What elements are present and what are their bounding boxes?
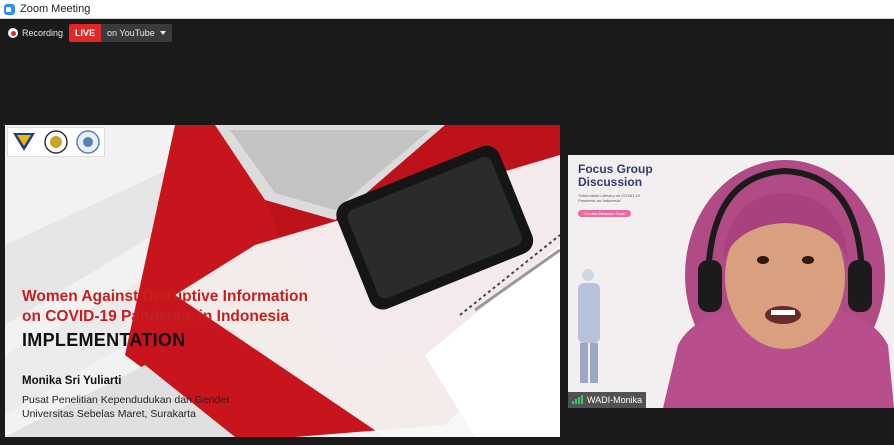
chevron-down-icon — [159, 31, 166, 35]
logo-1 — [10, 129, 38, 155]
live-destination-dropdown[interactable]: on YouTube — [101, 24, 172, 42]
slide-title-line-1: Women Against Disruptive Information — [22, 288, 308, 305]
slide-institution-line-2: Universitas Sebelas Maret, Surakarta — [22, 408, 196, 420]
slide-background-image — [5, 125, 560, 437]
recording-dot-icon — [8, 28, 18, 38]
participant-name-tag: WADI-Monika — [568, 392, 647, 408]
participant-video[interactable]: Focus Group Discussion "Information Lite… — [568, 155, 894, 408]
slide-author: Monika Sri Yuliarti — [22, 375, 122, 387]
signal-strength-icon — [572, 395, 583, 404]
meeting-stage: Recording LIVE on YouTube Women Against … — [0, 19, 894, 445]
live-badge[interactable]: LIVE — [69, 24, 102, 42]
fg-title-line-2: Discussion — [578, 175, 643, 189]
fg-background-subtitle: "Information Literacy on COVID-19 Pandem… — [578, 193, 640, 203]
shared-screen-slide: Women Against Disruptive Information on … — [5, 125, 560, 437]
window-title: Zoom Meeting — [20, 3, 91, 15]
fg-background-title: Focus Group Discussion — [578, 163, 653, 189]
fg-background-pill: "Cerdas Melawan Hoax" — [578, 210, 632, 217]
recording-bar: Recording LIVE on YouTube — [8, 24, 172, 42]
slide-institution: Pusat Penelitian Kependudukan dan Gender… — [22, 393, 230, 421]
logo-2 — [42, 129, 70, 155]
logo-3 — [74, 129, 102, 155]
window-titlebar: Zoom Meeting — [0, 0, 894, 19]
slide-institution-line-1: Pusat Penelitian Kependudukan dan Gender — [22, 394, 230, 406]
slide-title-line-2: on COVID-19 Pandemic in Indonesia — [22, 308, 289, 325]
institution-logos — [7, 127, 105, 157]
participant-name: WADI-Monika — [587, 395, 643, 405]
slide-subtitle: IMPLEMENTATION — [22, 330, 186, 350]
recording-label: Recording — [22, 28, 64, 38]
slide-title: Women Against Disruptive Information on … — [22, 287, 308, 327]
zoom-app-icon — [4, 3, 15, 15]
live-destination-label: on YouTube — [107, 28, 155, 38]
